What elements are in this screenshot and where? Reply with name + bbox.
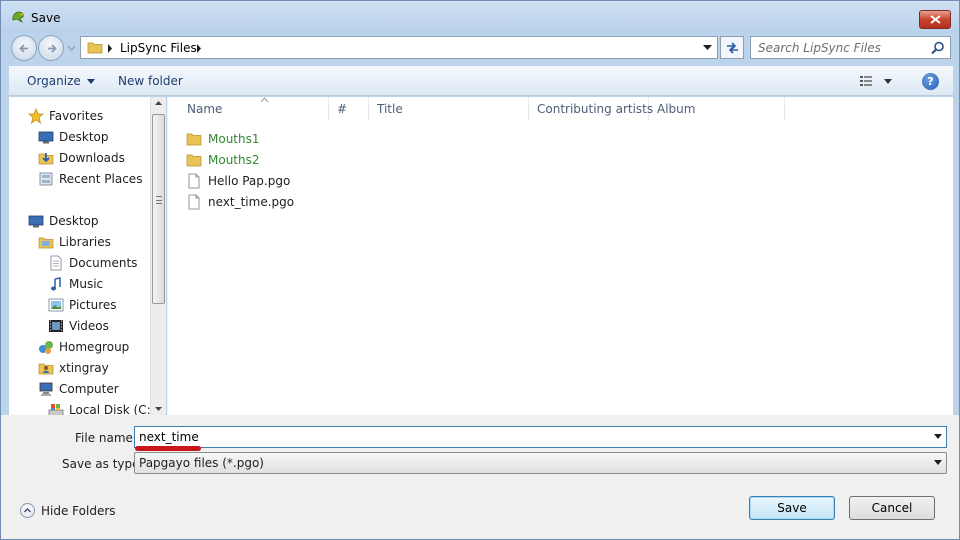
search-icon[interactable] (931, 41, 945, 55)
column-header-name[interactable]: Name (179, 97, 329, 121)
save-form-panel: File name: Save as type: Papgayo files (… (1, 415, 959, 539)
save-button[interactable]: Save (749, 496, 835, 520)
back-button[interactable] (11, 35, 37, 61)
folder-icon (87, 42, 103, 54)
nav-label: Videos (69, 319, 109, 333)
column-label: Contributing artists (537, 102, 654, 116)
file-name-label: File name: (75, 431, 137, 445)
hide-folders-label: Hide Folders (41, 504, 116, 518)
save-type-select[interactable]: Papgayo files (*.pgo) (134, 452, 947, 474)
item-name: next_time.pgo (208, 195, 295, 209)
scroll-up-icon[interactable] (155, 101, 162, 105)
sort-ascending-icon (261, 97, 268, 102)
search-box[interactable] (750, 36, 951, 59)
close-button[interactable] (919, 10, 951, 29)
column-header-number[interactable]: # (329, 97, 369, 121)
nav-label: Documents (69, 256, 138, 270)
column-label: Name (187, 102, 223, 116)
search-input[interactable] (751, 37, 931, 58)
command-toolbar: Organize New folder ? (9, 66, 953, 96)
navigation-bar: LipSync Files (1, 33, 959, 63)
column-header-contributing-artists[interactable]: Contributing artists (529, 97, 653, 121)
scroll-down-icon[interactable] (155, 407, 162, 411)
chevron-down-icon[interactable] (934, 434, 942, 439)
computer-icon (39, 382, 53, 396)
item-name: Mouths1 (208, 132, 260, 146)
chevron-down-icon (86, 79, 95, 84)
nav-label: Recent Places (59, 172, 143, 186)
save-type-label: Save as type: (62, 457, 144, 471)
document-icon (188, 173, 200, 189)
organize-menu[interactable]: Organize (27, 74, 95, 88)
chevron-up-icon (20, 503, 35, 518)
column-header-album[interactable]: Album (649, 97, 785, 121)
close-icon (930, 15, 941, 24)
desktop-icon (28, 215, 44, 228)
nav-label: Computer (59, 382, 119, 396)
nav-label: Downloads (59, 151, 125, 165)
desktop-icon (38, 131, 54, 144)
folder-icon (186, 133, 202, 146)
address-bar[interactable]: LipSync Files (80, 36, 718, 59)
arrow-left-icon (19, 44, 28, 53)
nav-pane-scrollbar[interactable] (150, 97, 166, 415)
scrollbar-grip (156, 196, 162, 204)
star-icon (28, 108, 44, 124)
recent-pages-dropdown-icon[interactable] (67, 44, 76, 52)
save-type-value: Papgayo files (*.pgo) (139, 456, 264, 470)
nav-label: Pictures (69, 298, 117, 312)
chevron-down-icon[interactable] (703, 45, 712, 51)
homegroup-icon (39, 341, 53, 354)
downloads-icon (38, 153, 54, 165)
nav-label: Homegroup (59, 340, 130, 354)
organize-label: Organize (27, 74, 81, 88)
user-folder-icon (38, 363, 54, 375)
column-label: Album (657, 102, 696, 116)
file-name-combobox[interactable] (134, 426, 947, 448)
column-header-title[interactable]: Title (369, 97, 529, 121)
pictures-icon (48, 298, 64, 312)
breadcrumb-segment[interactable]: LipSync Files (120, 41, 197, 55)
breadcrumb-arrow-icon[interactable] (107, 44, 113, 53)
nav-label: Desktop (59, 130, 109, 144)
red-underline-annotation (135, 446, 201, 451)
nav-label: xtingray (59, 361, 109, 375)
document-icon (188, 194, 200, 210)
title-bar: Save (1, 1, 959, 33)
help-icon[interactable]: ? (922, 73, 939, 90)
file-list: Name # Title Contributing artists Album … (167, 97, 953, 415)
documents-icon (50, 255, 62, 271)
scrollbar-thumb[interactable] (152, 114, 165, 304)
chevron-down-icon (934, 460, 942, 465)
cancel-button[interactable]: Cancel (849, 496, 935, 520)
refresh-button[interactable] (720, 36, 744, 59)
item-name: Mouths2 (208, 153, 260, 167)
refresh-icon (727, 42, 738, 54)
breadcrumb-arrow-icon[interactable] (196, 44, 202, 53)
recent-places-icon (39, 172, 53, 186)
videos-icon (49, 320, 63, 332)
music-icon (51, 277, 61, 291)
column-label: # (337, 102, 348, 116)
new-folder-button[interactable]: New folder (118, 74, 183, 88)
window-title: Save (31, 11, 61, 25)
nav-label: Desktop (49, 214, 99, 228)
save-dialog: Save LipSync Files Search LipSync Files … (0, 0, 960, 540)
item-name: Hello Pap.pgo (208, 174, 291, 188)
arrow-right-icon (48, 44, 57, 53)
papagayo-parrot-icon (12, 11, 24, 24)
nav-label: Libraries (59, 235, 111, 249)
navigation-pane: Favorites Desktop Downloads Recent Place… (9, 97, 166, 417)
libraries-icon (38, 237, 54, 249)
nav-label: Favorites (49, 109, 104, 123)
change-view-icon[interactable] (859, 74, 895, 89)
nav-label: Music (69, 277, 104, 291)
column-label: Title (377, 102, 403, 116)
file-name-input[interactable] (135, 427, 925, 447)
forward-button[interactable] (38, 35, 64, 61)
folder-icon (186, 154, 202, 167)
